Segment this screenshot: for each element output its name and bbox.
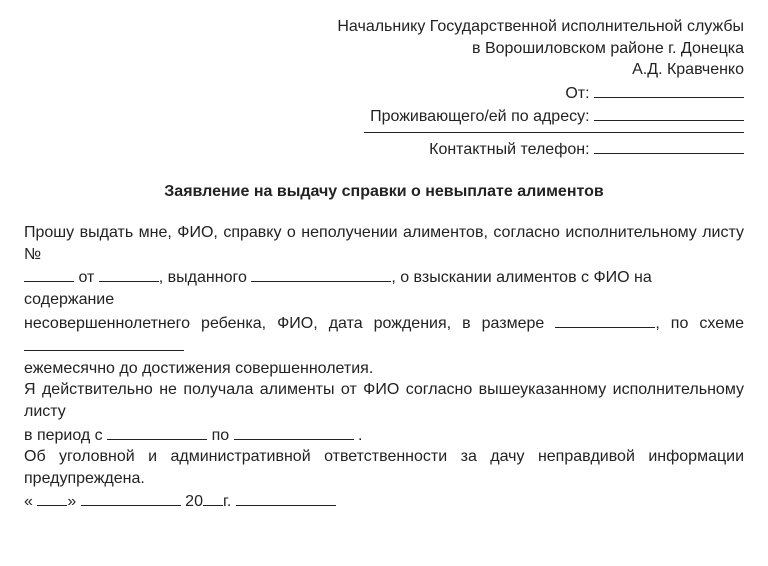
addressee-line-1: Начальнику Государственной исполнительно…: [24, 16, 744, 38]
document-body: Прошу выдать мне, ФИО, справку о неполуч…: [24, 222, 744, 513]
address-label: Проживающего/ей по адресу:: [370, 108, 589, 125]
header-divider: [364, 132, 744, 133]
date-open-quote: «: [24, 493, 33, 510]
from-blank[interactable]: [594, 81, 744, 98]
document-title: Заявление на выдачу справки о невыплате …: [24, 181, 744, 203]
body-line-7: Я действительно не получала алименты от …: [24, 379, 744, 422]
scheme-blank[interactable]: [24, 334, 184, 351]
addressee-line-3: А.Д. Кравченко: [24, 59, 744, 81]
body-line-6: ежемесячно до достижения совершеннолетия…: [24, 358, 744, 380]
date-close-quote: »: [67, 493, 76, 510]
period-to-blank[interactable]: [234, 423, 354, 440]
phone-blank[interactable]: [594, 137, 744, 154]
address-line: Проживающего/ей по адресу:: [24, 104, 744, 128]
period-from-label: в период с: [24, 427, 103, 444]
year-prefix: 20: [185, 493, 203, 510]
body-line-1: Прошу выдать мне, ФИО, справку о неполуч…: [24, 222, 744, 265]
period-to-label: по: [212, 427, 230, 444]
body-line-5: [24, 334, 744, 358]
body-line-9: Об уголовной и административной ответств…: [24, 446, 744, 468]
from-label: От:: [565, 85, 589, 102]
phone-line: Контактный телефон:: [24, 137, 744, 161]
document-page: Начальнику Государственной исполнительно…: [0, 0, 768, 566]
period-dot: .: [358, 427, 362, 444]
body-issued: , выданного: [159, 269, 247, 286]
signature-blank[interactable]: [236, 489, 336, 506]
body-line-10: предупреждена.: [24, 468, 744, 490]
addressee-block: Начальнику Государственной исполнительно…: [24, 16, 744, 161]
amount-blank[interactable]: [555, 311, 655, 328]
body-line-8: в период с по .: [24, 423, 744, 447]
date-month-blank[interactable]: [81, 489, 181, 506]
body-line-3: от , выданного , о взыскании алиментов с…: [24, 265, 744, 310]
from-line: От:: [24, 81, 744, 105]
address-blank[interactable]: [594, 104, 744, 121]
phone-label: Контактный телефон:: [429, 141, 589, 158]
body-scheme: , по схеме: [655, 315, 744, 332]
date-signature-line: « » 20 г.: [24, 489, 744, 513]
year-suffix: г.: [223, 493, 231, 510]
body-ot: от: [78, 269, 94, 286]
body-child: несовершеннолетнего ребенка, ФИО, дата р…: [24, 315, 544, 332]
addressee-line-2: в Ворошиловском районе г. Донецка: [24, 38, 744, 60]
writ-number-blank[interactable]: [24, 265, 74, 282]
date-day-blank[interactable]: [37, 489, 67, 506]
body-line-4: несовершеннолетнего ребенка, ФИО, дата р…: [24, 311, 744, 335]
writ-date-blank[interactable]: [99, 265, 159, 282]
period-from-blank[interactable]: [107, 423, 207, 440]
year-blank[interactable]: [203, 489, 223, 506]
issuer-blank[interactable]: [251, 265, 391, 282]
